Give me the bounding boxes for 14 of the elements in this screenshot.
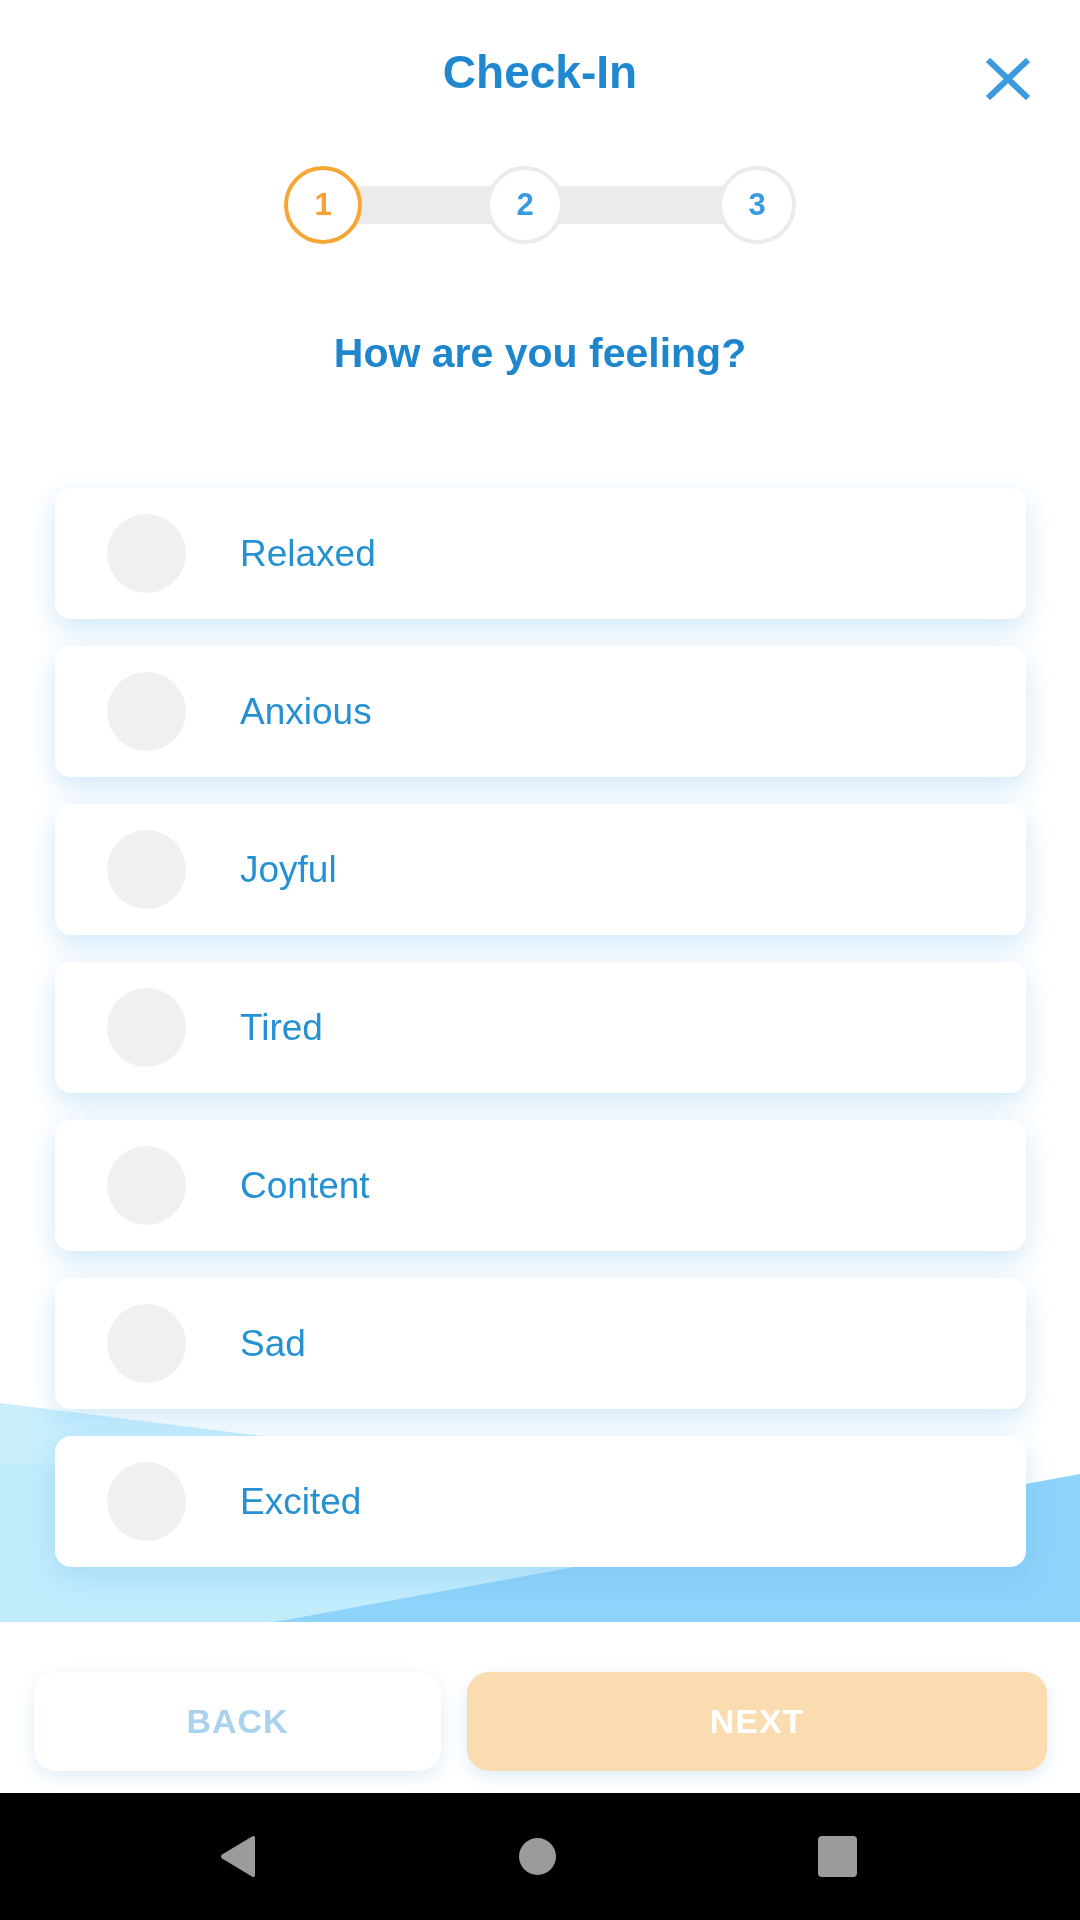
question-heading: How are you feeling?: [333, 329, 747, 378]
option-card[interactable]: Content: [55, 1120, 1026, 1251]
option-card[interactable]: Sad: [55, 1278, 1026, 1409]
close-button[interactable]: [986, 58, 1030, 100]
option-card[interactable]: Joyful: [55, 804, 1026, 935]
close-icon: [986, 58, 1030, 100]
back-triangle-icon[interactable]: [220, 1835, 257, 1878]
step-indicator: 1: [284, 166, 362, 244]
option-card[interactable]: Tired: [55, 962, 1026, 1093]
option-card[interactable]: Relaxed: [55, 488, 1026, 619]
option-card[interactable]: Excited: [55, 1436, 1026, 1567]
screen-title: Check-In: [442, 45, 638, 100]
circle-icon[interactable]: [519, 1838, 556, 1875]
option-card[interactable]: Anxious: [55, 646, 1026, 777]
